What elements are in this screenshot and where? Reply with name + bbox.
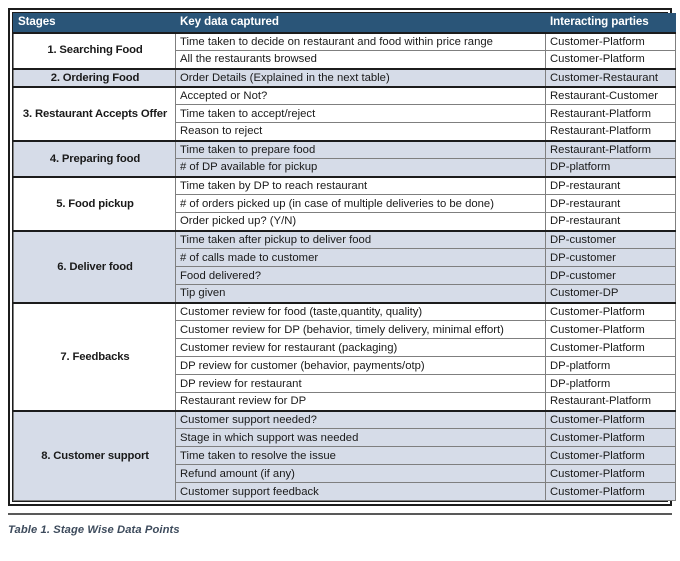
column-header-key-data-captured: Key data captured — [175, 13, 546, 33]
key-data-cell: Food delivered? — [175, 266, 546, 286]
interacting-parties-cell: DP-restaurant — [545, 194, 676, 214]
interacting-parties-cell: DP-customer — [545, 229, 676, 250]
table-row: 8. Customer support Customer support need… — [13, 409, 676, 502]
stage-wise-data-points-table: Stages Key data captured Interacting par… — [13, 13, 676, 502]
key-data-cell: Time taken to resolve the issue — [175, 446, 546, 466]
interacting-parties-cell: Restaurant-Customer — [545, 85, 676, 106]
key-data-cell: Customer review for restaurant (packagin… — [175, 338, 546, 358]
key-data-cell: Reason to reject — [175, 122, 546, 142]
caption-divider — [8, 513, 672, 516]
key-data-cell: Stage in which support was needed — [175, 428, 546, 448]
table-body: 1. Searching Food Time taken to decide on… — [13, 31, 676, 502]
key-data-cell: Accepted or Not? — [175, 85, 546, 106]
key-data-cell: All the restaurants browsed — [175, 50, 546, 69]
key-data-cell: Order picked up? (Y/N) — [175, 212, 546, 232]
table-inner-frame: Stages Key data captured Interacting par… — [12, 12, 676, 503]
interacting-parties-cell: Restaurant-Platform — [545, 139, 676, 160]
key-data-cell: Tip given — [175, 284, 546, 304]
key-data-cell: Refund amount (if any) — [175, 464, 546, 484]
table-row: 4. Preparing food Time taken to prepare f… — [13, 139, 676, 178]
stage-cell: 5. Food pickup — [13, 175, 176, 232]
stage-cell: 1. Searching Food — [13, 31, 176, 69]
table-caption: Table 1. Stage Wise Data Points — [8, 524, 180, 537]
table-header: Stages Key data captured Interacting par… — [13, 13, 676, 33]
interacting-parties-cell: DP-platform — [545, 356, 676, 376]
interacting-parties-cell: Customer-Platform — [545, 31, 676, 51]
key-data-cell: Time taken after pickup to deliver food — [175, 229, 546, 250]
interacting-parties-cell: Customer-Platform — [545, 482, 676, 502]
stage-cell: 7. Feedbacks — [13, 301, 176, 412]
stage-cell: 3. Restaurant Accepts Offer — [13, 85, 176, 142]
key-data-cell: Time taken by DP to reach restaurant — [175, 175, 546, 196]
key-data-cell: Time taken to decide on restaurant and f… — [175, 31, 546, 51]
interacting-parties-cell: Customer-Restaurant — [545, 67, 676, 88]
document-page: Stages Key data captured Interacting par… — [0, 0, 680, 561]
column-header-interacting-parties: Interacting parties — [545, 13, 676, 33]
interacting-parties-cell: Restaurant-Platform — [545, 392, 676, 412]
stage-cell: 8. Customer support — [13, 409, 176, 502]
interacting-parties-cell: Customer-Platform — [545, 428, 676, 448]
table-outer-frame: Stages Key data captured Interacting par… — [8, 8, 676, 507]
interacting-parties-cell: Customer-Platform — [545, 409, 676, 430]
table-row: 1. Searching Food Time taken to decide on… — [13, 31, 676, 69]
interacting-parties-cell: Customer-Platform — [545, 50, 676, 69]
table-row: 3. Restaurant Accepts Offer Accepted or N… — [13, 85, 676, 142]
header-row: Stages Key data captured Interacting par… — [13, 13, 676, 33]
key-data-cell: # of orders picked up (in case of multip… — [175, 194, 546, 214]
key-data-cell: Time taken to accept/reject — [175, 104, 546, 124]
key-data-cell: # of calls made to customer — [175, 248, 546, 268]
interacting-parties-cell: DP-customer — [545, 266, 676, 286]
interacting-parties-cell: DP-restaurant — [545, 212, 676, 232]
table-row: 6. Deliver food Time taken after pickup t… — [13, 229, 676, 304]
table-row: 2. Ordering Food Order Details (Explained… — [13, 67, 676, 88]
stage-cell: 2. Ordering Food — [13, 67, 176, 88]
interacting-parties-cell: Customer-DP — [545, 284, 676, 304]
table-row: 5. Food pickup Time taken by DP to reach … — [13, 175, 676, 232]
key-data-cell: Customer review for DP (behavior, timely… — [175, 320, 546, 340]
column-header-stages: Stages — [13, 13, 176, 33]
key-data-cell: DP review for restaurant — [175, 374, 546, 394]
key-data-cell: Time taken to prepare food — [175, 139, 546, 160]
interacting-parties-cell: DP-platform — [545, 374, 676, 394]
key-data-cell: Customer support feedback — [175, 482, 546, 502]
interacting-parties-cell: Customer-Platform — [545, 338, 676, 358]
interacting-parties-cell: DP-customer — [545, 248, 676, 268]
key-data-cell: Order Details (Explained in the next tab… — [175, 67, 546, 88]
stage-cell: 6. Deliver food — [13, 229, 176, 304]
table-row: 7. Feedbacks Customer review for food (ta… — [13, 301, 676, 412]
interacting-parties-cell: Customer-Platform — [545, 464, 676, 484]
key-data-cell: Customer review for food (taste,quantity… — [175, 301, 546, 322]
interacting-parties-cell: Customer-Platform — [545, 320, 676, 340]
interacting-parties-cell: DP-restaurant — [545, 175, 676, 196]
interacting-parties-cell: Customer-Platform — [545, 301, 676, 322]
key-data-cell: Restaurant review for DP — [175, 392, 546, 412]
key-data-cell: DP review for customer (behavior, paymen… — [175, 356, 546, 376]
interacting-parties-cell: DP-platform — [545, 158, 676, 178]
interacting-parties-cell: Customer-Platform — [545, 446, 676, 466]
key-data-cell: Customer support needed? — [175, 409, 546, 430]
key-data-cell: # of DP available for pickup — [175, 158, 546, 178]
stage-cell: 4. Preparing food — [13, 139, 176, 178]
interacting-parties-cell: Restaurant-Platform — [545, 122, 676, 142]
interacting-parties-cell: Restaurant-Platform — [545, 104, 676, 124]
